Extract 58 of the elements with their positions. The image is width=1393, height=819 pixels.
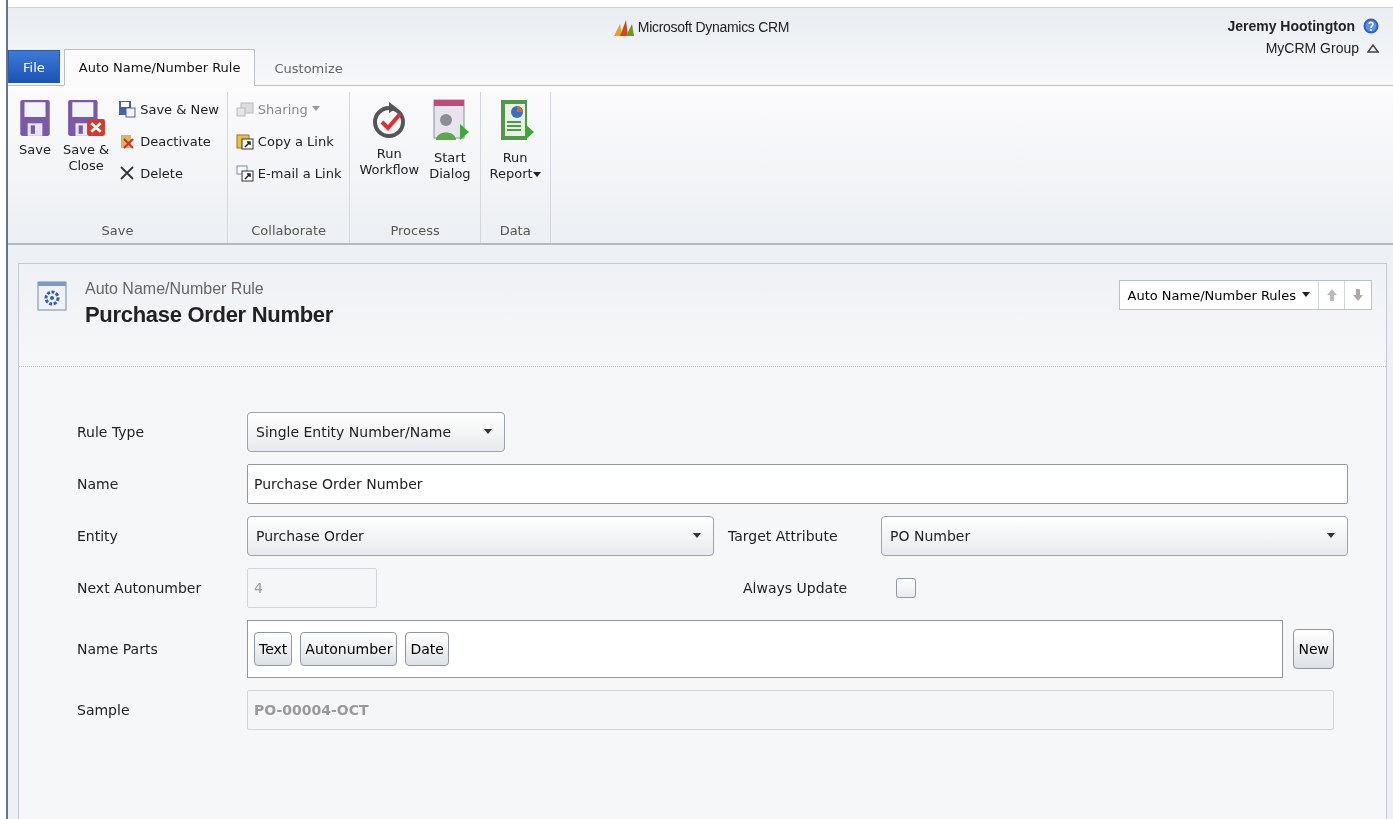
up-arrow-icon: [1326, 289, 1337, 301]
field-label: Name Parts: [77, 641, 159, 657]
group-label: Process: [389, 222, 441, 240]
file-button[interactable]: File: [8, 50, 60, 83]
collapse-icon: [1367, 43, 1379, 53]
name-part-button[interactable]: Autonumber: [300, 632, 398, 666]
user-name[interactable]: Jeremy Hootington: [1227, 18, 1355, 34]
down-arrow-icon: [1353, 289, 1363, 301]
field-label: Always Update: [742, 580, 849, 596]
field-label: Sample: [77, 702, 131, 718]
close-icon: [118, 164, 137, 182]
organization-name: MyCRM Group: [1265, 40, 1359, 56]
ribbon-button[interactable]: Save & New: [116, 96, 221, 122]
name-part-button[interactable]: Text: [254, 632, 293, 666]
group-label: Collaborate: [250, 222, 328, 240]
rule-type-select[interactable]: Single Entity Number/Name: [247, 412, 505, 452]
group-label: Save: [100, 222, 135, 240]
ribbon-button[interactable]: Start Dialog: [426, 92, 474, 188]
field-label: Target Attribute: [727, 528, 839, 544]
ribbon-tab[interactable]: Auto Name/Number Rule: [63, 49, 256, 86]
ribbon-tab[interactable]: Customize: [259, 49, 358, 86]
caret-icon: [1327, 533, 1335, 539]
floppy-disk-close-icon: [66, 98, 107, 138]
email-link-icon: [235, 164, 254, 182]
caret-icon: [693, 533, 701, 539]
new-button[interactable]: New: [1293, 629, 1334, 669]
always-update-checkbox[interactable]: [896, 578, 916, 598]
caret-icon: [532, 172, 541, 178]
product-name: Microsoft Dynamics CRM: [637, 19, 790, 35]
field-label: Rule Type: [77, 424, 146, 440]
name-field[interactable]: Purchase Order Number: [247, 464, 1348, 504]
sample-field: PO-00004-OCT: [247, 690, 1334, 730]
ribbon-button[interactable]: Delete: [116, 160, 221, 186]
help-icon: [1363, 18, 1379, 34]
field-label: Name: [77, 476, 120, 492]
caret-icon: [1302, 292, 1310, 298]
ribbon-button[interactable]: Deactivate: [116, 128, 221, 154]
name-part-button[interactable]: Date: [405, 632, 449, 666]
field-label: Next Autonumber: [77, 580, 203, 596]
target-attribute-select[interactable]: PO Number: [881, 516, 1348, 556]
ribbon-button[interactable]: Run Report: [486, 92, 544, 188]
field-label: Entity: [77, 528, 119, 544]
ribbon-button[interactable]: Save: [14, 92, 56, 164]
group-label: Data: [498, 222, 532, 240]
ribbon-button[interactable]: E-mail a Link: [233, 160, 344, 186]
logo-icon: [611, 18, 634, 36]
ribbon-button[interactable]: Copy a Link: [233, 128, 344, 154]
entity-label: Auto Name/Number Rule: [85, 280, 265, 298]
sharing-icon: [235, 100, 254, 118]
caret-icon: [484, 429, 492, 435]
copy-link-icon: [235, 132, 254, 150]
deactivate-icon: [118, 132, 137, 150]
ribbon-button[interactable]: Save & Close: [60, 92, 113, 180]
record-title: Purchase Order Number: [85, 302, 334, 328]
ribbon-button[interactable]: Run Workflow: [356, 92, 423, 184]
caret-icon: [311, 106, 320, 112]
save-new-icon: [118, 100, 137, 118]
entity-select[interactable]: Purchase Order: [247, 516, 714, 556]
